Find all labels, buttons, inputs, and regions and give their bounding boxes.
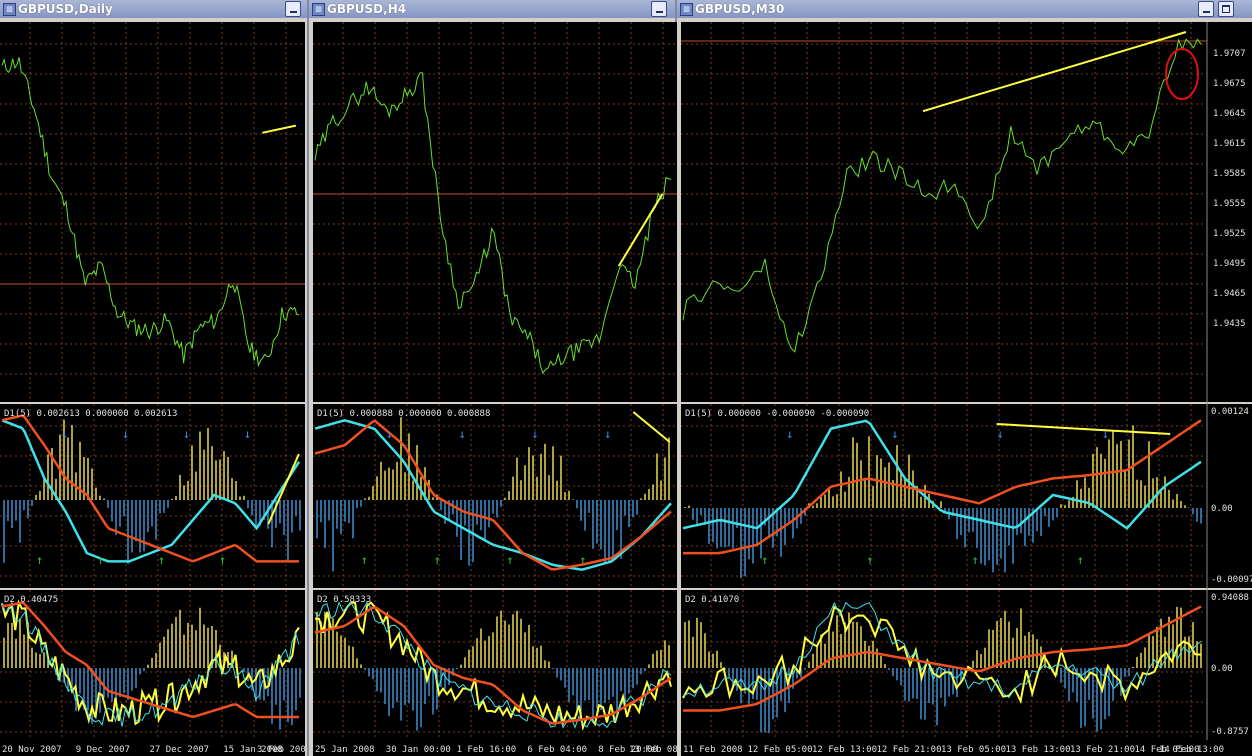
time-axis-label: 13 Feb 21:00: [1070, 745, 1135, 755]
up-arrow-icon: ↑: [97, 553, 104, 567]
time-axis-label: 12 Feb 21:00: [877, 745, 942, 755]
price-axis-label: 1.9615: [1213, 139, 1246, 149]
chart-window-h4[interactable]: ▥ GBPUSD,H4 ↓ ↑ ↓ ↑ ↓ ↑ ↓ ↑ D1(5) 0.000888 0.000…: [309, 0, 677, 756]
time-axis-label: 11 Feb 2008: [683, 745, 743, 755]
time-axis-label: 1 Feb 16:00: [457, 745, 517, 755]
up-arrow-icon: ↑: [36, 553, 43, 567]
indicator-d2-label: D2 0.41070: [685, 595, 739, 605]
time-axis-label: 14 Feb 13:00: [1159, 745, 1224, 755]
up-arrow-icon: ↑: [361, 553, 368, 567]
down-arrow-icon: ↓: [61, 427, 68, 441]
time-axis-label: 20 Nov 2007: [2, 745, 62, 755]
minimize-icon: [1203, 11, 1210, 13]
chart-window-icon: ▥: [680, 3, 693, 16]
time-axis-label: 25 Jan 2008: [315, 745, 375, 755]
maximize-button[interactable]: [1218, 1, 1234, 17]
indicator-axis-label: -0.8757: [1211, 727, 1249, 737]
chart-window-icon: ▥: [3, 3, 16, 16]
time-axis-label: 30 Jan 00:00: [386, 745, 451, 755]
time-axis-label: 13 Feb 05:00: [941, 745, 1006, 755]
window-titlebar[interactable]: ▥ GBPUSD,Daily: [0, 0, 307, 18]
time-axis-label: 12 Feb 05:00: [748, 745, 813, 755]
indicator-axis-label: 0.94088: [1211, 593, 1249, 603]
up-arrow-icon: ↑: [219, 553, 226, 567]
up-arrow-icon: ↑: [1077, 553, 1084, 567]
chart-window-m30[interactable]: ▥ GBPUSD,M30 1.9707 1.9675 1.9645 1.9615 1.9…: [677, 0, 1252, 756]
price-axis-label: 1.9495: [1213, 259, 1246, 269]
up-arrow-icon: ↑: [158, 553, 165, 567]
time-axis-label: 3 Feb 2008: [257, 745, 305, 755]
minimize-button[interactable]: [1198, 1, 1214, 17]
indicator-d1-label: D1(5) 0.000888 0.000000 0.000888: [317, 409, 490, 419]
down-arrow-icon: ↓: [531, 427, 538, 441]
price-axis-label: 1.9435: [1213, 319, 1246, 329]
indicator-d2-label: D2 0.58333: [317, 595, 371, 605]
time-axis-label: 13 Feb 08:: [629, 745, 677, 755]
indicator-axis-label: 0.00: [1211, 664, 1233, 674]
window-titlebar[interactable]: ▥ GBPUSD,H4: [309, 0, 675, 18]
price-axis-label: 1.9707: [1213, 49, 1246, 59]
indicator-d1-label: D1(5) 0.002613 0.000000 0.002613: [4, 409, 177, 419]
indicator-axis-label: 0.00: [1211, 504, 1233, 514]
indicator-d2-label: D2 0.40475: [4, 595, 58, 605]
minimize-icon: [656, 11, 663, 13]
window-title: GBPUSD,Daily: [18, 2, 113, 16]
chart-area[interactable]: ↓ ↑ ↓ ↑ ↓ ↑ ↓ ↑ D1(5) 0.000888 0.000000 0.000888…: [313, 22, 677, 756]
up-arrow-icon: ↑: [506, 553, 513, 567]
time-axis-label: 27 Dec 2007: [150, 745, 210, 755]
price-axis-label: 1.9465: [1213, 289, 1246, 299]
up-arrow-icon: ↑: [434, 553, 441, 567]
time-axis-label: 9 Dec 2007: [76, 745, 130, 755]
up-arrow-icon: ↑: [866, 553, 873, 567]
up-arrow-icon: ↑: [761, 553, 768, 567]
price-axis-label: 1.9675: [1213, 79, 1246, 89]
up-arrow-icon: ↑: [579, 553, 586, 567]
time-axis-label: 13 Feb 13:00: [1006, 745, 1071, 755]
chart-area[interactable]: ↓ ↑ ↓ ↑ ↓ ↑ ↓ ↑ D1(5) 0.002613 0.000000 0.002613…: [0, 22, 305, 756]
chart-window-icon: ▥: [312, 3, 325, 16]
price-axis-label: 1.9555: [1213, 199, 1246, 209]
down-arrow-icon: ↓: [183, 427, 190, 441]
minimize-icon: [290, 11, 297, 13]
down-arrow-icon: ↓: [997, 427, 1004, 441]
minimize-button[interactable]: [651, 1, 667, 17]
down-arrow-icon: ↓: [122, 427, 129, 441]
down-arrow-icon: ↓: [786, 427, 793, 441]
down-arrow-icon: ↓: [891, 427, 898, 441]
price-axis-label: 1.9645: [1213, 109, 1246, 119]
down-arrow-icon: ↓: [244, 427, 251, 441]
down-arrow-icon: ↓: [459, 427, 466, 441]
indicator-axis-label: 0.00124: [1211, 407, 1249, 417]
window-titlebar[interactable]: ▥ GBPUSD,M30: [677, 0, 1252, 18]
down-arrow-icon: ↓: [386, 427, 393, 441]
down-arrow-icon: ↓: [1102, 427, 1109, 441]
price-axis-label: 1.9585: [1213, 169, 1246, 179]
up-arrow-icon: ↑: [972, 553, 979, 567]
indicator-d1-label: D1(5) 0.000000 -0.000090 -0.000090: [685, 409, 869, 419]
price-axis-label: 1.9525: [1213, 229, 1246, 239]
chart-window-daily[interactable]: ▥ GBPUSD,Daily ↓ ↑ ↓ ↑ ↓ ↑ ↓ ↑ D1(5) 0.002613 0.…: [0, 0, 309, 756]
time-axis-label: 6 Feb 04:00: [527, 745, 587, 755]
time-axis-label: 12 Feb 13:00: [812, 745, 877, 755]
price-pane[interactable]: [0, 22, 305, 402]
window-title: GBPUSD,H4: [327, 2, 407, 16]
indicator-axis-label: -0.00097: [1211, 575, 1252, 585]
minimize-button[interactable]: [285, 1, 301, 17]
chart-area[interactable]: 1.9707 1.9675 1.9645 1.9615 1.9585 1.9555 1.95…: [681, 22, 1252, 756]
down-arrow-icon: ↓: [604, 427, 611, 441]
window-title: GBPUSD,M30: [695, 2, 785, 16]
maximize-icon: [1222, 5, 1230, 13]
price-pane[interactable]: [313, 22, 677, 402]
